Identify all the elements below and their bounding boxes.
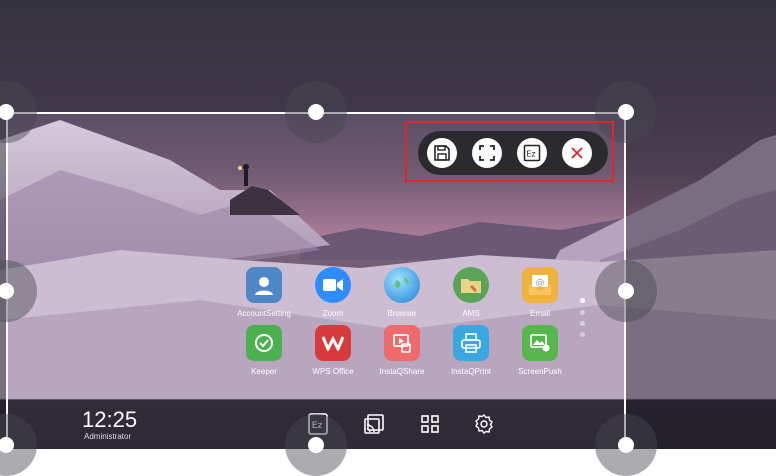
resize-handle-bottom-right[interactable] [595, 414, 657, 476]
resize-handle-top-center[interactable] [285, 81, 347, 143]
toolbar-highlight-box [405, 121, 614, 182]
resize-handle-bottom-center[interactable] [285, 414, 347, 476]
resize-handle-middle-right[interactable] [595, 260, 657, 322]
